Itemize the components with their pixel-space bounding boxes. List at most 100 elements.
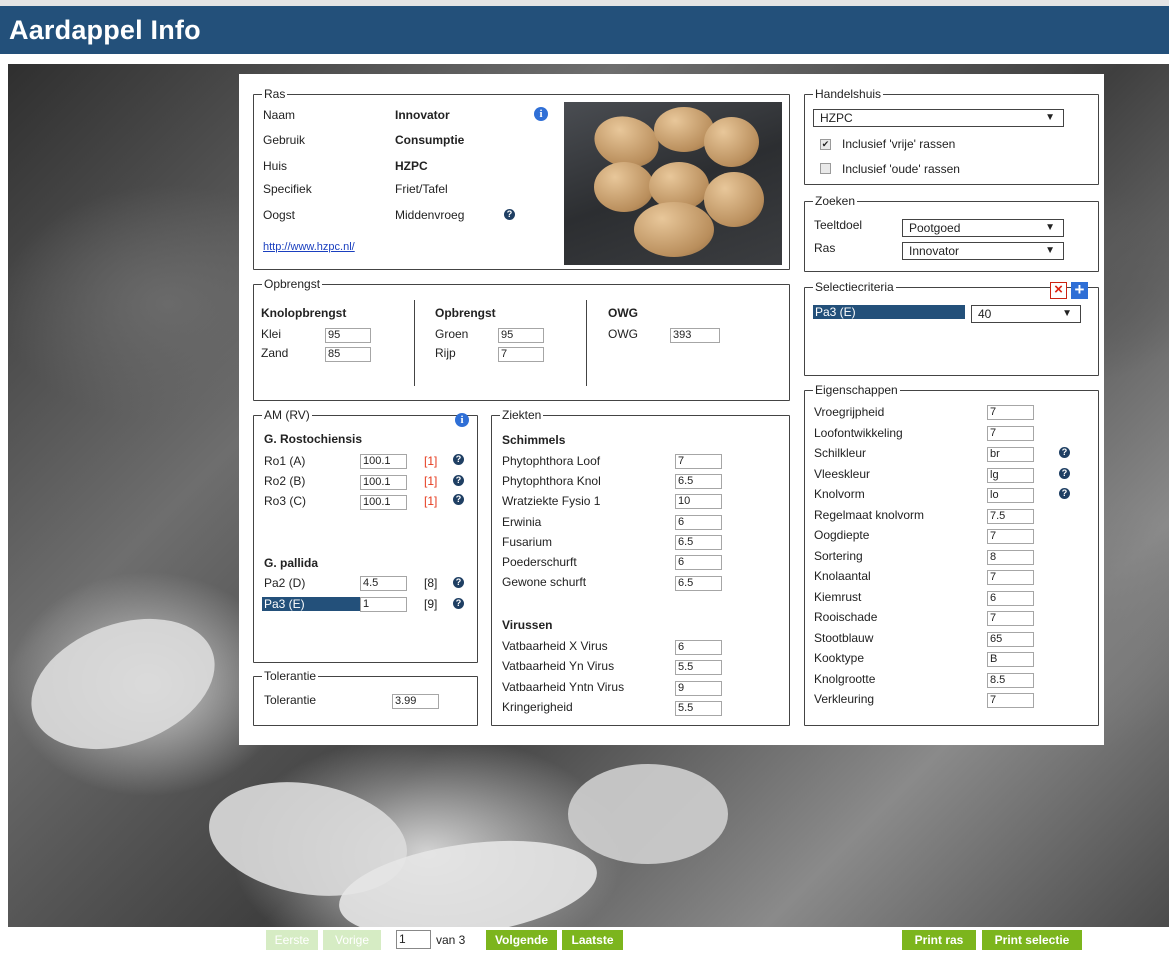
virus-label: Vatbaarheid Yn Virus	[502, 659, 615, 673]
last-page-button[interactable]: Laatste	[562, 930, 623, 950]
virus-value[interactable]: 9	[675, 681, 722, 696]
pa2-value[interactable]: 4.5	[360, 576, 407, 591]
ro1-value[interactable]: 100.1	[360, 454, 407, 469]
pa2-label: Pa2 (D)	[264, 576, 306, 590]
help-icon[interactable]: ?	[1059, 468, 1070, 479]
info-icon[interactable]: i	[534, 107, 548, 121]
background-petal	[13, 595, 233, 773]
property-value[interactable]: 7	[987, 529, 1034, 544]
groen-value[interactable]: 95	[498, 328, 544, 343]
property-value[interactable]: 7	[987, 693, 1034, 708]
checkbox-vrije[interactable]: ✔	[820, 139, 831, 150]
handelshuis-legend: Handelshuis	[815, 87, 882, 101]
property-label: Knolgrootte	[814, 672, 876, 686]
disease-value[interactable]: 6.5	[675, 576, 722, 591]
property-value[interactable]: 65	[987, 632, 1034, 647]
help-icon[interactable]: ?	[453, 598, 464, 609]
pa3-label-highlighted[interactable]: Pa3 (E)	[262, 597, 360, 611]
virus-label: Kringerigheid	[502, 700, 573, 714]
tolerantie-label: Tolerantie	[264, 693, 317, 707]
knolopbrengst-title: Knolopbrengst	[261, 306, 347, 320]
print-ras-button[interactable]: Print ras	[902, 930, 976, 950]
print-selectie-button[interactable]: Print selectie	[982, 930, 1082, 950]
help-icon[interactable]: ?	[504, 209, 515, 220]
tolerantie-value[interactable]: 3.99	[392, 694, 439, 709]
property-value[interactable]: 7.5	[987, 509, 1034, 524]
teeltdoel-label: Teeltdoel	[814, 218, 863, 232]
ras-label-oogst: Oogst	[263, 208, 296, 222]
disease-label: Phytophthora Loof	[502, 454, 601, 468]
virus-value[interactable]: 5.5	[675, 701, 722, 716]
help-icon[interactable]: ?	[453, 577, 464, 588]
property-value[interactable]: 7	[987, 426, 1034, 441]
ras-website-link[interactable]: http://www.hzpc.nl/	[263, 241, 355, 253]
help-icon[interactable]: ?	[1059, 447, 1070, 458]
checkbox-oude[interactable]	[820, 163, 831, 174]
pa3-value[interactable]: 1	[360, 597, 407, 612]
criterion-item[interactable]: Pa3 (E)	[813, 305, 965, 319]
checkbox-vrije-label: Inclusief 'vrije' rassen	[842, 137, 956, 151]
help-icon[interactable]: ?	[1059, 488, 1070, 499]
disease-label: Phytophthora Knol	[502, 474, 601, 488]
background-petal	[568, 764, 728, 864]
property-value[interactable]: 7	[987, 405, 1034, 420]
property-value[interactable]: br	[987, 447, 1034, 462]
property-value[interactable]: B	[987, 652, 1034, 667]
ro3-value[interactable]: 100.1	[360, 495, 407, 510]
property-label: Sortering	[814, 549, 863, 563]
disease-value[interactable]: 7	[675, 454, 722, 469]
info-icon[interactable]: i	[455, 413, 469, 427]
property-label: Vroegrijpheid	[814, 405, 885, 419]
rijp-value[interactable]: 7	[498, 347, 544, 362]
disease-value[interactable]: 6	[675, 515, 722, 530]
disease-value[interactable]: 6.5	[675, 535, 722, 550]
teeltdoel-select[interactable]: Pootgoed ▼	[902, 219, 1064, 237]
handelshuis-select[interactable]: HZPC ▼	[813, 109, 1064, 127]
previous-page-button[interactable]: Vorige	[323, 930, 381, 950]
groen-label: Groen	[435, 327, 469, 341]
owg-value[interactable]: 393	[670, 328, 720, 343]
klei-value[interactable]: 95	[325, 328, 371, 343]
column-divider	[414, 300, 415, 386]
owg-title: OWG	[608, 306, 638, 320]
help-icon[interactable]: ?	[453, 454, 464, 465]
opbrengst-legend: Opbrengst	[264, 277, 321, 291]
disease-label: Erwinia	[502, 515, 542, 529]
add-criterion-icon[interactable]: +	[1071, 281, 1088, 299]
app-title: Aardappel Info	[9, 15, 201, 45]
disease-value[interactable]: 6.5	[675, 474, 722, 489]
virussen-title: Virussen	[502, 618, 553, 632]
potato-photo	[564, 102, 782, 265]
pa2-ref: [8]	[424, 576, 438, 590]
criterion-value: 40	[978, 307, 992, 321]
eigenschappen-legend: Eigenschappen	[815, 383, 898, 397]
ro2-value[interactable]: 100.1	[360, 475, 407, 490]
virus-value[interactable]: 5.5	[675, 660, 722, 675]
property-label: Schilkleur	[814, 446, 867, 460]
disease-value[interactable]: 10	[675, 494, 722, 509]
property-value[interactable]: lg	[987, 468, 1034, 483]
disease-value[interactable]: 6	[675, 555, 722, 570]
property-value[interactable]: 8.5	[987, 673, 1034, 688]
remove-criterion-icon[interactable]: ×	[1050, 282, 1067, 299]
property-value[interactable]: lo	[987, 488, 1034, 503]
first-page-button[interactable]: Eerste	[266, 930, 318, 950]
zand-label: Zand	[261, 346, 289, 360]
help-icon[interactable]: ?	[453, 475, 464, 486]
ras-search-select[interactable]: Innovator ▼	[902, 242, 1064, 260]
potato-shape	[704, 117, 759, 167]
property-label: Kooktype	[814, 651, 865, 665]
page-number-input[interactable]: 1	[396, 930, 431, 949]
criterion-value-select[interactable]: 40 ▼	[971, 305, 1081, 323]
ras-value-huis: HZPC	[395, 159, 428, 173]
next-page-button[interactable]: Volgende	[486, 930, 557, 950]
zoeken-legend: Zoeken	[815, 194, 856, 208]
property-label: Vleeskleur	[814, 467, 871, 481]
virus-value[interactable]: 6	[675, 640, 722, 655]
property-value[interactable]: 7	[987, 611, 1034, 626]
property-value[interactable]: 6	[987, 591, 1034, 606]
help-icon[interactable]: ?	[453, 494, 464, 505]
zand-value[interactable]: 85	[325, 347, 371, 362]
property-value[interactable]: 8	[987, 550, 1034, 565]
property-value[interactable]: 7	[987, 570, 1034, 585]
